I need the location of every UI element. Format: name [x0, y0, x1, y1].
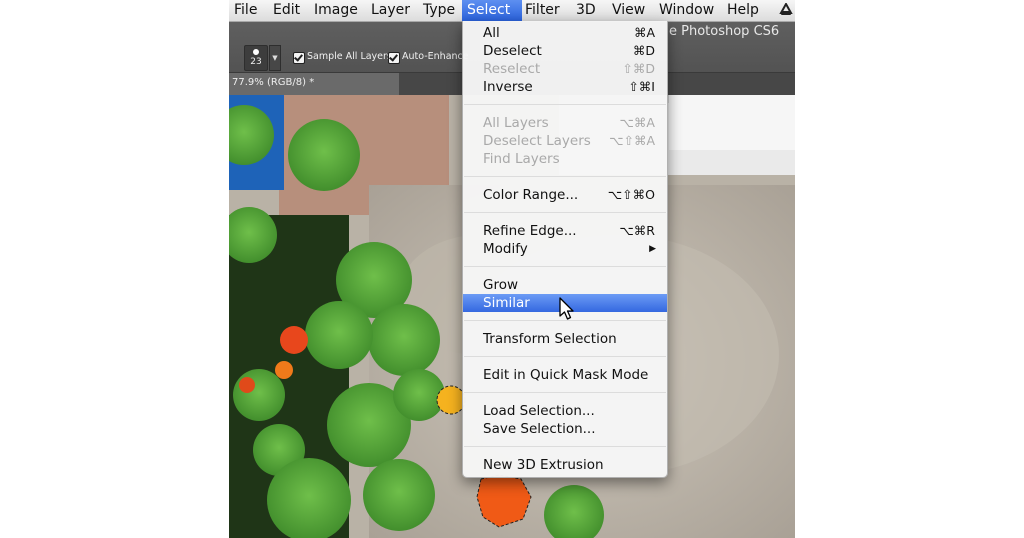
- mouse-cursor-icon: [559, 297, 574, 320]
- menu-item-deselect-layers: Deselect Layers ⌥⇧⌘A: [463, 132, 667, 150]
- menu-item-quick-mask[interactable]: Edit in Quick Mask Mode: [463, 366, 667, 384]
- brush-tip-icon: [253, 49, 259, 55]
- menu-item-label: Inverse: [483, 79, 533, 95]
- menu-item-label: Reselect: [483, 61, 541, 77]
- photoshop-window: File Edit Image Layer Type Select Filter…: [229, 0, 795, 538]
- menu-item-inverse[interactable]: Inverse ⇧⌘I: [463, 78, 667, 96]
- document-tab[interactable]: 77.9% (RGB/8) *: [229, 73, 399, 95]
- menu-separator: [464, 176, 666, 177]
- menu-item-shortcut: ⌘A: [633, 25, 655, 40]
- menu-item-save-selection[interactable]: Save Selection...: [463, 420, 667, 438]
- auto-enhance-checkbox[interactable]: [388, 52, 400, 64]
- sample-all-layers-label: Sample All Layers: [307, 51, 392, 62]
- menu-item-modify[interactable]: Modify ▶: [463, 240, 667, 258]
- menu-separator: [464, 266, 666, 267]
- menu-item-label: All: [483, 25, 500, 41]
- menu-item-label: New 3D Extrusion: [483, 457, 604, 473]
- menu-item-label: Edit in Quick Mask Mode: [483, 367, 649, 383]
- menu-window[interactable]: Window: [654, 0, 719, 21]
- menu-view[interactable]: View: [607, 0, 650, 21]
- menu-item-shortcut: ⌥⌘R: [619, 223, 655, 238]
- menu-image[interactable]: Image: [309, 0, 363, 21]
- menu-separator: [464, 446, 666, 447]
- menu-filter[interactable]: Filter: [520, 0, 565, 21]
- menu-item-label: Deselect: [483, 43, 542, 59]
- menu-3d[interactable]: 3D: [571, 0, 601, 21]
- menu-item-grow[interactable]: Grow: [463, 276, 667, 294]
- menu-separator: [464, 104, 666, 105]
- menu-item-load-selection[interactable]: Load Selection...: [463, 402, 667, 420]
- chevron-down-icon[interactable]: ▼: [269, 45, 281, 71]
- menu-item-label: Load Selection...: [483, 403, 595, 419]
- menu-separator: [464, 212, 666, 213]
- document-tab-label: 77.9% (RGB/8) *: [232, 77, 315, 88]
- menu-item-all[interactable]: All ⌘A: [463, 24, 667, 42]
- sample-all-layers-checkbox[interactable]: [293, 52, 305, 64]
- app-title: e Photoshop CS6: [669, 24, 780, 39]
- brush-size-picker[interactable]: 23: [244, 45, 268, 71]
- menu-item-transform-selection[interactable]: Transform Selection: [463, 330, 667, 348]
- menu-item-label: Color Range...: [483, 187, 579, 203]
- menu-separator: [464, 356, 666, 357]
- menu-type[interactable]: Type: [418, 0, 460, 21]
- menu-item-all-layers: All Layers ⌥⌘A: [463, 114, 667, 132]
- menu-select[interactable]: Select: [462, 0, 522, 21]
- submenu-arrow-icon: ▶: [649, 244, 656, 254]
- menu-item-label: All Layers: [483, 115, 549, 131]
- auto-enhance-label: Auto-Enhance: [402, 51, 469, 62]
- menu-item-refine-edge[interactable]: Refine Edge... ⌥⌘R: [463, 222, 667, 240]
- menu-item-label: Modify: [483, 241, 528, 257]
- menu-item-label: Refine Edge...: [483, 223, 577, 239]
- google-drive-icon[interactable]: [779, 3, 793, 17]
- menu-item-label: Save Selection...: [483, 421, 596, 437]
- menu-item-find-layers: Find Layers: [463, 150, 667, 168]
- menu-item-shortcut: ⌥⌘A: [619, 115, 655, 130]
- menu-item-shortcut: ⇧⌘I: [628, 79, 655, 94]
- menu-item-shortcut: ⌥⇧⌘O: [607, 187, 655, 202]
- menu-item-label: Grow: [483, 277, 519, 293]
- menu-item-new-3d-extrusion[interactable]: New 3D Extrusion: [463, 456, 667, 474]
- menu-item-shortcut: ⌘D: [632, 43, 655, 58]
- menu-item-label: Deselect Layers: [483, 133, 591, 149]
- menu-help[interactable]: Help: [722, 0, 764, 21]
- menu-item-shortcut: ⌥⇧⌘A: [609, 133, 655, 148]
- menu-item-label: Similar: [483, 295, 530, 311]
- menu-item-reselect: Reselect ⇧⌘D: [463, 60, 667, 78]
- menu-item-label: Transform Selection: [483, 331, 617, 347]
- menu-edit[interactable]: Edit: [268, 0, 305, 21]
- menu-separator: [464, 392, 666, 393]
- menu-item-shortcut: ⇧⌘D: [622, 61, 655, 76]
- menu-item-label: Find Layers: [483, 151, 560, 167]
- brush-size-value: 23: [250, 57, 262, 67]
- menu-layer[interactable]: Layer: [366, 0, 415, 21]
- menu-item-color-range[interactable]: Color Range... ⌥⇧⌘O: [463, 186, 667, 204]
- menu-item-deselect[interactable]: Deselect ⌘D: [463, 42, 667, 60]
- menu-file[interactable]: File: [229, 0, 262, 21]
- select-menu-dropdown: All ⌘A Deselect ⌘D Reselect ⇧⌘D Inverse …: [462, 21, 668, 478]
- menu-bar: File Edit Image Layer Type Select Filter…: [229, 0, 795, 22]
